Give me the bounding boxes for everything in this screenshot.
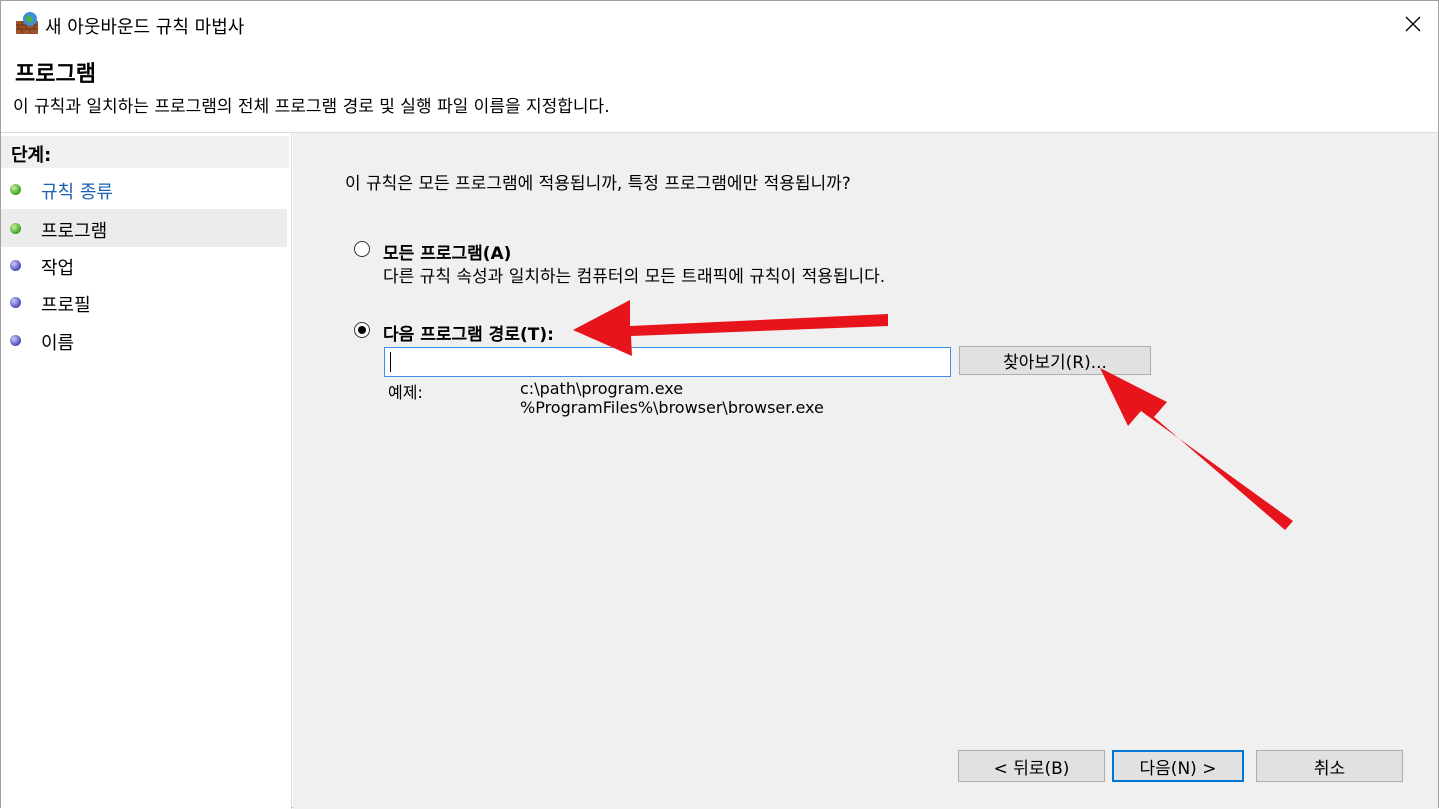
step-program[interactable]: 프로그램 bbox=[1, 209, 287, 247]
program-path-input[interactable] bbox=[384, 347, 951, 377]
page-title: 프로그램 bbox=[15, 62, 96, 87]
step-pending-icon bbox=[10, 335, 21, 346]
steps-heading: 단계: bbox=[11, 145, 52, 166]
wizard-window: 새 아웃바운드 규칙 마법사 프로그램 이 규칙과 일치하는 프로그램의 전체 … bbox=[0, 0, 1439, 809]
all-programs-label[interactable]: 모든 프로그램(A) bbox=[383, 239, 511, 264]
page-description: 이 규칙과 일치하는 프로그램의 전체 프로그램 경로 및 실행 파일 이름을 … bbox=[13, 97, 610, 117]
program-path-label[interactable]: 다음 프로그램 경로(T): bbox=[383, 320, 554, 345]
title-bar: 새 아웃바운드 규칙 마법사 bbox=[1, 1, 1438, 48]
all-programs-radio[interactable] bbox=[354, 241, 370, 257]
cancel-button[interactable]: 취소 bbox=[1256, 750, 1403, 782]
step-pending-icon bbox=[10, 297, 21, 308]
steps-heading-bar: 단계: bbox=[1, 136, 289, 168]
close-icon bbox=[1405, 16, 1421, 32]
step-action: 작업 bbox=[1, 246, 287, 284]
close-button[interactable] bbox=[1398, 9, 1428, 39]
next-button[interactable]: 다음(N) > bbox=[1112, 750, 1244, 782]
back-button[interactable]: < 뒤로(B) bbox=[958, 750, 1105, 782]
step-label: 프로그램 bbox=[41, 221, 108, 242]
browse-button[interactable]: 찾아보기(R)... bbox=[959, 346, 1151, 375]
text-caret bbox=[390, 352, 391, 372]
program-path-radio[interactable] bbox=[354, 322, 370, 338]
example-path-1: c:\path\program.exe bbox=[520, 379, 684, 398]
step-profile: 프로필 bbox=[1, 283, 287, 321]
example-path-2: %ProgramFiles%\browser\browser.exe bbox=[520, 398, 824, 417]
all-programs-description: 다른 규칙 속성과 일치하는 컴퓨터의 모든 트래픽에 규칙이 적용됩니다. bbox=[383, 267, 886, 287]
question-text: 이 규칙은 모든 프로그램에 적용됩니까, 특정 프로그램에만 적용됩니까? bbox=[345, 174, 851, 194]
step-pending-icon bbox=[10, 260, 21, 271]
example-label: 예제: bbox=[388, 383, 423, 402]
step-label: 규칙 종류 bbox=[41, 182, 113, 203]
step-complete-icon bbox=[10, 223, 21, 234]
page-header: 프로그램 이 규칙과 일치하는 프로그램의 전체 프로그램 경로 및 실행 파일… bbox=[1, 48, 1438, 133]
step-name: 이름 bbox=[1, 321, 287, 359]
step-label: 작업 bbox=[41, 258, 75, 279]
step-label: 이름 bbox=[41, 333, 75, 354]
window-title: 새 아웃바운드 규칙 마법사 bbox=[45, 17, 245, 38]
firewall-icon bbox=[15, 11, 39, 35]
step-complete-icon bbox=[10, 184, 21, 195]
content-pane: 이 규칙은 모든 프로그램에 적용됩니까, 특정 프로그램에만 적용됩니까? 모… bbox=[293, 133, 1438, 809]
step-rule-type[interactable]: 규칙 종류 bbox=[1, 170, 287, 208]
step-label: 프로필 bbox=[41, 295, 91, 316]
steps-pane: 단계: 규칙 종류 프로그램 작업 프로필 이름 bbox=[1, 133, 292, 809]
